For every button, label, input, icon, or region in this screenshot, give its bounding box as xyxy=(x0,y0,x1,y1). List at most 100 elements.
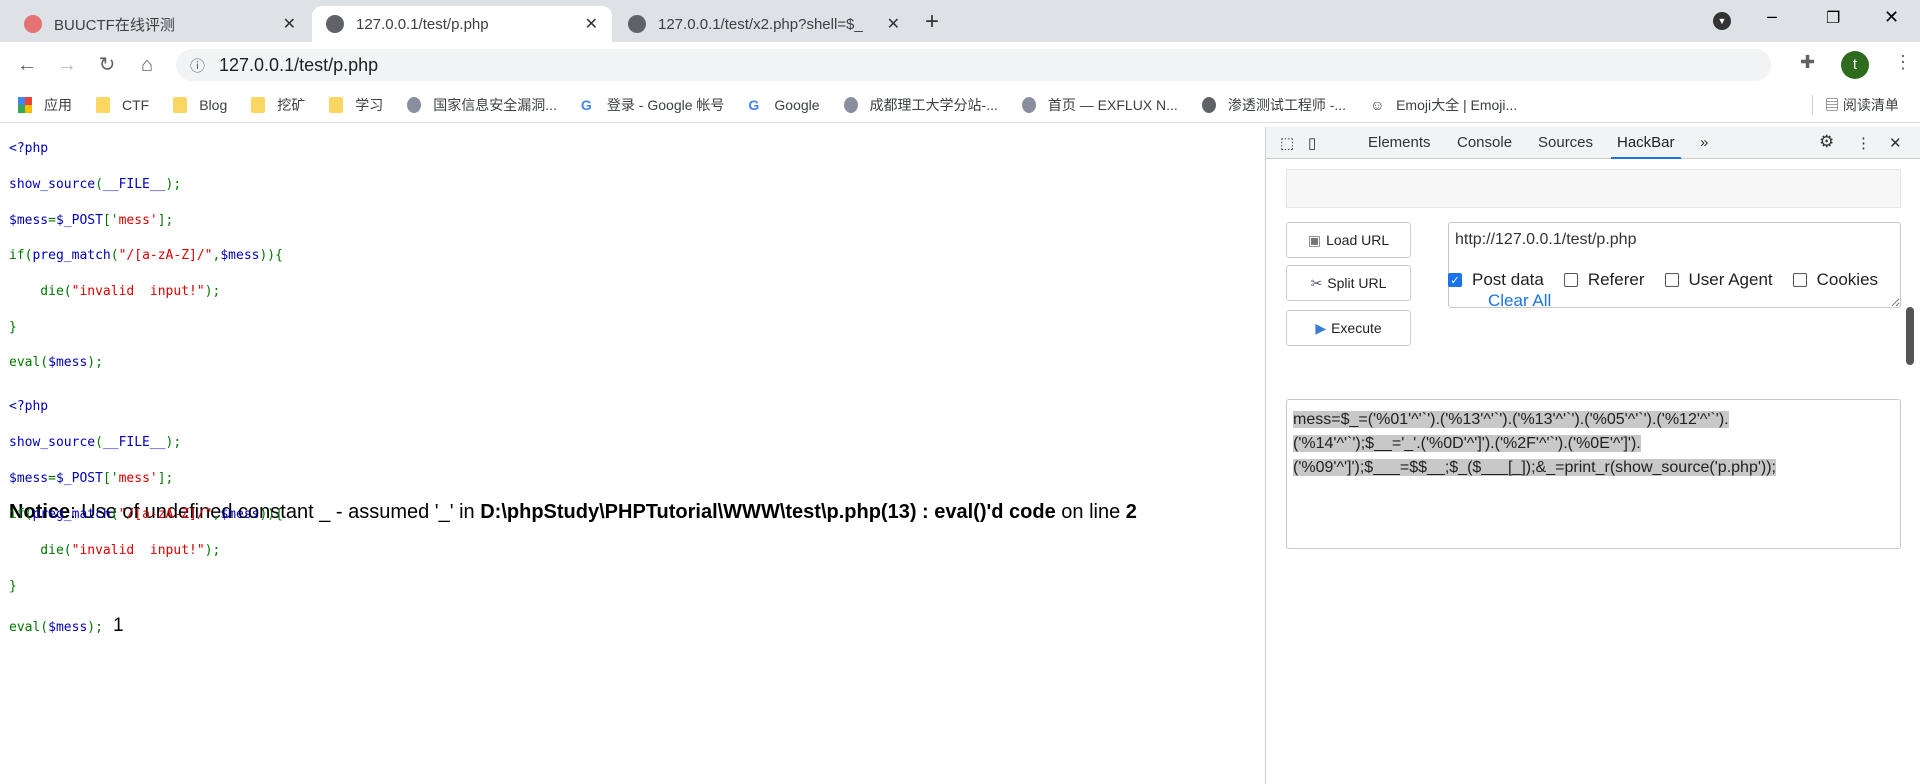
code-token: ); xyxy=(87,620,103,635)
post-data-line: ('%14'^'`');$__='_'.('%0D'^']').('%2F'^'… xyxy=(1293,435,1641,452)
inspect-element-icon[interactable]: ⬚ xyxy=(1280,134,1294,152)
bookmark-item[interactable]: G 登录 - Google 帐号 xyxy=(581,95,724,115)
code-token: show_source xyxy=(9,435,96,450)
checkbox-icon[interactable] xyxy=(1664,273,1679,287)
code-token: __FILE__ xyxy=(102,435,166,450)
bookmark-item[interactable]: ☺ Emoji大全 | Emoji... xyxy=(1370,95,1517,115)
site-favicon-icon xyxy=(1201,97,1216,113)
code-token: $mess xyxy=(48,620,88,635)
bookmark-item[interactable]: G Google xyxy=(748,97,819,113)
more-tabs-button[interactable]: » xyxy=(1700,134,1708,151)
extensions-icon[interactable]: ✚ xyxy=(1800,52,1815,73)
source-line: if(preg_match("/[a-zA-Z]/",$mess)){ xyxy=(9,507,283,522)
code-token: [' xyxy=(102,471,119,486)
back-button[interactable]: ← xyxy=(12,50,42,80)
close-devtools-icon[interactable]: ✕ xyxy=(1889,134,1902,152)
button-label: Load URL xyxy=(1326,232,1390,248)
menu-icon[interactable]: ⋮ xyxy=(1894,52,1912,73)
close-tab-icon[interactable]: ✕ xyxy=(887,14,900,34)
tab-console[interactable]: Console xyxy=(1457,134,1512,151)
tab-p-php[interactable]: 127.0.0.1/test/p.php ✕ xyxy=(312,6,612,42)
code-token: $mess xyxy=(9,213,49,228)
code-token: = xyxy=(48,213,56,228)
settings-gear-icon[interactable]: ⚙ xyxy=(1819,132,1834,152)
bookmark-item[interactable]: 挖矿 xyxy=(251,95,305,115)
play-icon: ▶ xyxy=(1315,319,1327,336)
address-bar[interactable]: ⓘ 127.0.0.1/test/p.php xyxy=(176,49,1771,81)
source-line: eval($mess); xyxy=(9,620,103,635)
tab-search-icon[interactable]: ▼ xyxy=(1713,12,1731,30)
code-token: $mess xyxy=(220,507,260,522)
code-token: ]; xyxy=(157,213,174,228)
close-window-button[interactable]: ✕ xyxy=(1884,7,1899,28)
code-token: )){ xyxy=(259,507,283,522)
split-url-button[interactable]: ✂ Split URL xyxy=(1286,265,1411,301)
bookmark-item[interactable]: 首页 — EXFLUX N... xyxy=(1021,95,1178,115)
checkbox-icon[interactable]: ✓ xyxy=(1448,273,1462,287)
checkbox-icon[interactable] xyxy=(1792,273,1807,287)
post-data-textarea[interactable]: mess=$_=('%01'^'`').('%13'^'`').('%13'^'… xyxy=(1286,399,1901,549)
close-tab-icon[interactable]: ✕ xyxy=(585,14,598,34)
scrollbar-thumb[interactable] xyxy=(1906,307,1914,365)
code-token: mess' xyxy=(118,213,158,228)
option-checkbox[interactable]: Referer xyxy=(1563,270,1645,290)
devtools-menu-icon[interactable]: ⋮ xyxy=(1856,134,1871,152)
site-favicon-icon xyxy=(843,97,858,113)
reading-list-button[interactable]: ▤ 阅读清单 xyxy=(1812,95,1899,115)
clear-all-link[interactable]: Clear All xyxy=(1488,291,1551,311)
bookmark-item[interactable]: 国家信息安全漏洞... xyxy=(407,95,557,115)
code-token: )){ xyxy=(259,248,283,263)
tab-title: BUUCTF在线评测 xyxy=(54,16,175,34)
reload-button[interactable]: ↻ xyxy=(92,50,122,80)
profile-avatar[interactable]: t xyxy=(1841,51,1869,79)
device-toolbar-icon[interactable]: ▯ xyxy=(1308,134,1316,152)
checkbox-icon[interactable] xyxy=(1563,273,1578,287)
code-token: = xyxy=(48,471,56,486)
load-url-button[interactable]: ▣ Load URL xyxy=(1286,222,1411,258)
code-token: ( xyxy=(110,507,119,522)
execute-button[interactable]: ▶ Execute xyxy=(1286,310,1411,346)
bookmark-label: 学习 xyxy=(355,97,384,113)
option-checkbox[interactable]: ✓ Post data xyxy=(1448,270,1544,290)
code-token: if( xyxy=(9,507,33,522)
bookmark-item[interactable]: 渗透测试工程师 -... xyxy=(1201,95,1346,115)
globe-icon xyxy=(628,15,646,33)
home-button[interactable]: ⌂ xyxy=(132,50,162,80)
bookmark-item[interactable]: 学习 xyxy=(329,95,383,115)
new-tab-button[interactable]: + xyxy=(925,8,939,36)
code-token: preg_match xyxy=(32,507,111,522)
tab-hackbar[interactable]: HackBar xyxy=(1611,134,1681,159)
option-checkbox[interactable]: User Agent xyxy=(1664,270,1773,290)
bookmark-label: 国家信息安全漏洞... xyxy=(433,97,557,113)
code-token: ); xyxy=(165,177,182,192)
option-checkbox[interactable]: Cookies xyxy=(1792,270,1879,290)
forward-button[interactable]: → xyxy=(52,50,82,80)
source-line: <?php xyxy=(9,141,48,156)
source-line: $mess=$_POST['mess']; xyxy=(9,213,173,228)
scissors-icon: ✂ xyxy=(1310,274,1323,291)
source-line: show_source(__FILE__); xyxy=(9,177,181,192)
tab-elements[interactable]: Elements xyxy=(1368,134,1431,151)
bookmark-item[interactable]: 成都理工大学分站-... xyxy=(843,95,998,115)
site-favicon-icon xyxy=(407,97,422,113)
option-label: Cookies xyxy=(1816,270,1879,289)
bookmark-label: Google xyxy=(774,97,820,113)
close-tab-icon[interactable]: ✕ xyxy=(283,14,296,34)
minimize-button[interactable]: – xyxy=(1767,6,1777,27)
bookmark-item[interactable]: CTF xyxy=(96,97,149,113)
bookmark-item[interactable]: Blog xyxy=(173,97,227,113)
bookmark-item[interactable]: 应用 xyxy=(18,95,72,115)
tab-x2-php[interactable]: 127.0.0.1/test/x2.php?shell=$_ ✕ xyxy=(614,6,914,42)
source-line: eval($mess); xyxy=(9,355,103,370)
code-token: if( xyxy=(9,248,33,263)
tab-title: 127.0.0.1/test/p.php xyxy=(356,15,489,33)
code-token: preg_match xyxy=(32,248,111,263)
tab-bar: BUUCTF在线评测 ✕ 127.0.0.1/test/p.php ✕ 127.0.… xyxy=(0,0,1920,42)
button-label: Split URL xyxy=(1327,275,1387,291)
eval-output: 1 xyxy=(113,615,124,636)
apps-grid-icon xyxy=(18,97,32,113)
tab-buuctf[interactable]: BUUCTF在线评测 ✕ xyxy=(10,6,310,42)
restore-button[interactable]: ❐ xyxy=(1826,8,1840,28)
tab-title: 127.0.0.1/test/x2.php?shell=$_ xyxy=(658,15,863,33)
tab-sources[interactable]: Sources xyxy=(1538,134,1593,151)
